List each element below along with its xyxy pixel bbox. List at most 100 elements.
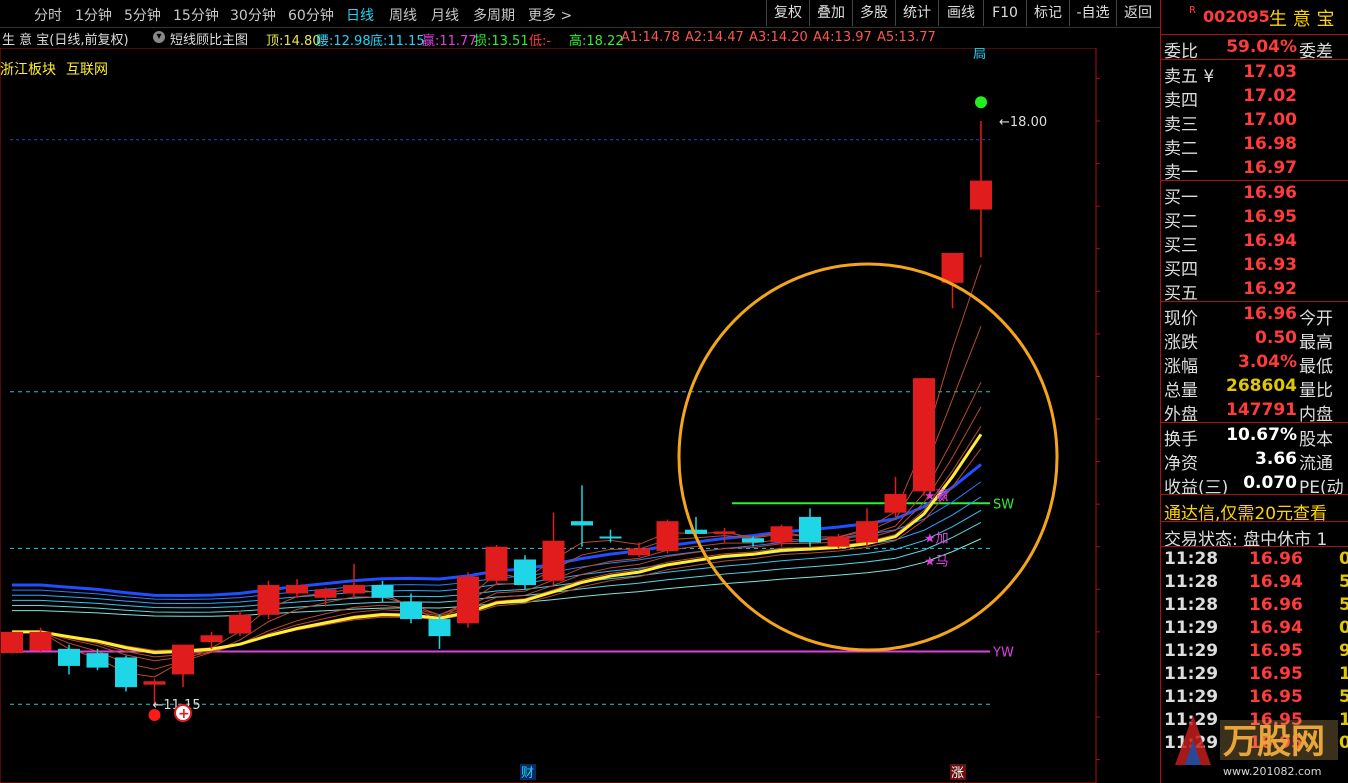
draw-line-button[interactable]: 画线 xyxy=(938,0,983,26)
tick-time: 11:29 xyxy=(1164,687,1219,707)
high-dot xyxy=(975,96,987,109)
candlestick-chart[interactable]: 18.5018.0017.5017.0016.5016.0015.5015.00… xyxy=(0,48,1100,783)
high-price-label: ←18.00 xyxy=(999,115,1047,130)
indicator-value-9: A3:14.20 xyxy=(749,30,808,45)
multi-stock-button[interactable]: 多股 xyxy=(852,0,895,26)
candle-body xyxy=(115,657,137,688)
stat2-row-2: 收益(三) 0.070 PE(动 xyxy=(1161,472,1348,498)
ask-row-1-value: 16.97 xyxy=(1243,158,1297,178)
period-tab-daily[interactable]: 日线 xyxy=(346,5,374,25)
promo-link[interactable]: 通达信,仅需20元查看 xyxy=(1161,498,1348,524)
short-ma-ribbon-1 xyxy=(12,326,982,670)
indicator-value-6: 高:18.22 xyxy=(569,34,624,49)
sw-label: SW xyxy=(993,497,1014,512)
tick-row: 11:28 16.96 0 xyxy=(1161,548,1348,571)
indicator-value-1: 腰:12.98 xyxy=(316,34,371,49)
stat-row-3-label: 总量 xyxy=(1164,381,1198,401)
tick-volume: 0 xyxy=(1339,618,1348,638)
marker-ying: ★赢 xyxy=(924,488,949,504)
overlay-button[interactable]: 叠加 xyxy=(809,0,852,26)
stock-header: R 002095 生 意 宝 xyxy=(1161,0,1348,35)
period-tab-minute[interactable]: 分时 xyxy=(34,5,62,25)
stat-row-2-right-label: 最低 xyxy=(1299,357,1333,377)
period-tab-15min[interactable]: 15分钟 xyxy=(173,5,219,25)
tick-price: 16.94 xyxy=(1249,618,1303,638)
candle-body xyxy=(884,493,907,513)
indicator-dropdown-icon[interactable]: ▾ xyxy=(153,31,165,43)
bid-row-5: 买五 16.92 xyxy=(1161,278,1348,304)
bid-row-4-label: 买四 xyxy=(1164,260,1198,280)
candle-body xyxy=(172,644,194,675)
statistics-button[interactable]: 统计 xyxy=(895,0,938,26)
stat-row-3-right-label: 量比 xyxy=(1299,381,1333,401)
candle-body xyxy=(941,252,964,283)
stat2-row-1: 净资 3.66 流通 xyxy=(1161,448,1348,474)
candle-body xyxy=(599,536,622,539)
period-tab-weekly[interactable]: 周线 xyxy=(389,5,417,25)
ask-row-2: 卖二 16.98 xyxy=(1161,133,1348,159)
indicator-value-8: A2:14.47 xyxy=(685,30,744,45)
tick-time: 11:29 xyxy=(1164,641,1219,661)
bottom-marker-zhang: 涨 xyxy=(951,766,964,781)
bottom-marker-cai: 财 xyxy=(521,766,534,781)
tick-price: 16.95 xyxy=(1249,664,1303,684)
bid-row-3-value: 16.94 xyxy=(1243,231,1297,251)
stat-row-2: 涨幅 3.04% 最低 xyxy=(1161,351,1348,377)
ask-row-2-value: 16.98 xyxy=(1243,134,1297,154)
tick-price: 16.96 xyxy=(1249,595,1303,615)
bid-row-1-label: 买一 xyxy=(1164,188,1198,208)
stat2-row-2-value: 0.070 xyxy=(1243,473,1297,493)
bid-row-2-label: 买二 xyxy=(1164,212,1198,232)
watermark-url: www.201082.com xyxy=(1223,765,1321,778)
sector-label-zhejiang: 浙江板块 xyxy=(0,62,56,78)
stat2-row-1-label: 净资 xyxy=(1164,454,1198,474)
period-toolbar: 分时 1分钟 5分钟 15分钟 30分钟 60分钟 日线 周线 月线 多周期 更… xyxy=(0,0,1160,28)
period-tab-60min[interactable]: 60分钟 xyxy=(288,5,334,25)
tick-row: 11:28 16.94 52 xyxy=(1161,571,1348,594)
ask-row-3-value: 17.00 xyxy=(1243,110,1297,130)
weibi-value: 59.04% xyxy=(1226,37,1297,57)
indicator-info-bar: 生 意 宝(日线,前复权) ▾ 短线顾比主图 顶:14.80 腰:12.98 底:1… xyxy=(0,28,1100,49)
candle-body xyxy=(286,585,308,594)
bid-row-4-value: 16.93 xyxy=(1243,255,1297,275)
indicator-name[interactable]: 短线顾比主图 xyxy=(170,29,248,48)
candle-body xyxy=(86,653,109,668)
ask-row-3: 卖三 17.00 xyxy=(1161,109,1348,135)
tick-volume: 5 xyxy=(1339,687,1348,707)
tick-time: 11:28 xyxy=(1164,549,1219,569)
period-tab-5min[interactable]: 5分钟 xyxy=(124,5,161,25)
mark-button[interactable]: 标记 xyxy=(1026,0,1069,26)
stat-row-1-value: 0.50 xyxy=(1255,328,1297,348)
period-tab-monthly[interactable]: 月线 xyxy=(431,5,459,25)
indicator-value-10: A4:13.97 xyxy=(813,30,872,45)
stock-badge: R xyxy=(1189,5,1196,16)
ask-row-5-label: 卖五 ¥ xyxy=(1164,67,1215,87)
candle-body xyxy=(400,602,422,620)
indicator-value-5: 低:- xyxy=(529,34,552,49)
marker-jia: ★加 xyxy=(924,531,949,546)
low-red-dot xyxy=(148,709,161,721)
candle-body xyxy=(257,585,280,615)
tick-time: 11:29 xyxy=(1164,618,1219,638)
quote-panel: R 002095 生 意 宝 委比 59.04% 委差 卖五 ¥ 17.03 卖四 1… xyxy=(1160,0,1348,783)
back-button[interactable]: 返回 xyxy=(1116,0,1159,26)
stat-row-0-right-label: 今开 xyxy=(1299,309,1333,329)
stat2-row-1-value: 3.66 xyxy=(1255,449,1297,469)
stock-name: 生 意 宝 xyxy=(1269,9,1335,30)
candle-body xyxy=(571,521,593,526)
add-watchlist-button[interactable]: -自选 xyxy=(1069,0,1116,26)
candle-body xyxy=(457,576,479,624)
ask-row-1: 卖一 16.97 xyxy=(1161,157,1348,183)
period-tab-1min[interactable]: 1分钟 xyxy=(75,5,112,25)
tick-volume: 0 xyxy=(1339,549,1348,569)
candle-body xyxy=(314,589,337,598)
short-ma-ribbon-2 xyxy=(12,381,982,662)
indicator-value-11: A5:13.77 xyxy=(877,30,936,45)
period-tab-multi[interactable]: 多周期 xyxy=(473,5,515,25)
fuquan-button[interactable]: 复权 xyxy=(766,0,809,26)
period-tab-more[interactable]: 更多 > xyxy=(528,5,572,25)
short-ma-ribbon-0 xyxy=(12,264,982,678)
f10-button[interactable]: F10 xyxy=(983,0,1026,26)
period-tab-30min[interactable]: 30分钟 xyxy=(230,5,276,25)
stat2-row-1-right-label: 流通 xyxy=(1299,454,1333,474)
